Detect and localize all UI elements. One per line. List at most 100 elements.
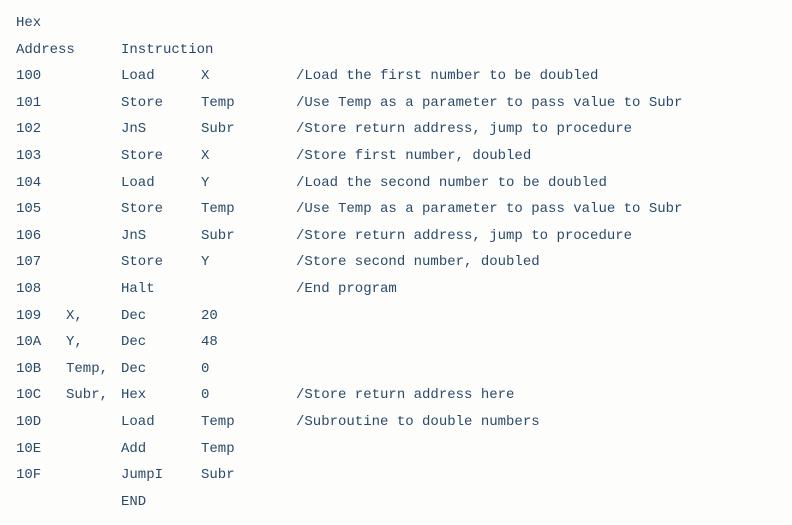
comment-cell [296, 489, 776, 516]
opcode-cell: Load [121, 409, 201, 436]
opcode-cell: Halt [121, 276, 201, 303]
header-instruction: Instruction [121, 37, 201, 64]
opcode-cell: Dec [121, 356, 201, 383]
label-cell [66, 436, 121, 463]
code-row: 10E AddTemp [16, 436, 776, 463]
comment-cell: /Use Temp as a parameter to pass value t… [296, 196, 776, 223]
operand-cell: X [201, 143, 296, 170]
header-address: Address [16, 37, 66, 64]
address-cell: 103 [16, 143, 66, 170]
code-row: 105 StoreTemp/Use Temp as a parameter to … [16, 196, 776, 223]
label-cell: X, [66, 303, 121, 330]
address-cell [16, 489, 66, 516]
opcode-cell: END [121, 489, 201, 516]
label-cell: Temp, [66, 356, 121, 383]
label-cell [66, 462, 121, 489]
opcode-cell: Add [121, 436, 201, 463]
comment-cell [296, 462, 776, 489]
code-row: 106 JnSSubr/Store return address, jump to… [16, 223, 776, 250]
address-cell: 10C [16, 382, 66, 409]
assembly-listing: Hex Address Instruction 100LoadX/Load th… [16, 10, 776, 515]
operand-cell: Temp [201, 196, 296, 223]
operand-cell: 0 [201, 382, 296, 409]
comment-cell: /End program [296, 276, 776, 303]
label-cell [66, 223, 121, 250]
operand-cell: Temp [201, 409, 296, 436]
comment-cell [296, 329, 776, 356]
label-cell [66, 196, 121, 223]
comment-cell [296, 436, 776, 463]
address-cell: 104 [16, 170, 66, 197]
opcode-cell: JnS [121, 223, 201, 250]
address-cell: 10B [16, 356, 66, 383]
comment-cell [296, 303, 776, 330]
operand-cell: Subr [201, 462, 296, 489]
comment-cell: /Store second number, doubled [296, 249, 776, 276]
code-row: 100 LoadX/Load the first number to be dou… [16, 63, 776, 90]
opcode-cell: Load [121, 170, 201, 197]
opcode-cell: Store [121, 143, 201, 170]
code-row: 108 Halt/End program [16, 276, 776, 303]
opcode-cell: Dec [121, 329, 201, 356]
address-cell: 10F [16, 462, 66, 489]
code-row: 102 JnSSubr/Store return address, jump to… [16, 116, 776, 143]
operand-cell: Subr [201, 116, 296, 143]
opcode-cell: Store [121, 249, 201, 276]
header-spacer [66, 37, 121, 64]
operand-cell: Temp [201, 436, 296, 463]
label-cell [66, 143, 121, 170]
comment-cell: /Store return address, jump to procedure [296, 223, 776, 250]
code-row: 101 StoreTemp/Use Temp as a parameter to … [16, 90, 776, 117]
code-row: 103 StoreX/Store first number, doubled [16, 143, 776, 170]
opcode-cell: Load [121, 63, 201, 90]
comment-cell: /Use Temp as a parameter to pass value t… [296, 90, 776, 117]
address-cell: 101 [16, 90, 66, 117]
opcode-cell: Hex [121, 382, 201, 409]
opcode-cell: JumpI [121, 462, 201, 489]
operand-cell: Y [201, 249, 296, 276]
operand-cell: Subr [201, 223, 296, 250]
operand-cell: Temp [201, 90, 296, 117]
label-cell [66, 63, 121, 90]
operand-cell: X [201, 63, 296, 90]
address-cell: 10E [16, 436, 66, 463]
code-row: END [16, 489, 776, 516]
code-row: 107 StoreY/Store second number, doubled [16, 249, 776, 276]
address-cell: 102 [16, 116, 66, 143]
comment-cell: /Store return address, jump to procedure [296, 116, 776, 143]
opcode-cell: Store [121, 90, 201, 117]
label-cell [66, 90, 121, 117]
label-cell [66, 170, 121, 197]
code-row: 10CSubr,Hex0/Store return address here [16, 382, 776, 409]
header-row-2: Address Instruction [16, 37, 776, 64]
address-cell: 100 [16, 63, 66, 90]
comment-cell: /Store first number, doubled [296, 143, 776, 170]
label-cell: Y, [66, 329, 121, 356]
comment-cell: /Subroutine to double numbers [296, 409, 776, 436]
address-cell: 107 [16, 249, 66, 276]
code-rows: 100LoadX/Load the first number to be dou… [16, 63, 776, 515]
address-cell: 106 [16, 223, 66, 250]
opcode-cell: Store [121, 196, 201, 223]
address-cell: 10D [16, 409, 66, 436]
address-cell: 108 [16, 276, 66, 303]
label-cell [66, 116, 121, 143]
label-cell [66, 489, 121, 516]
opcode-cell: JnS [121, 116, 201, 143]
address-cell: 10A [16, 329, 66, 356]
operand-cell: 0 [201, 356, 296, 383]
operand-cell: Y [201, 170, 296, 197]
label-cell: Subr, [66, 382, 121, 409]
operand-cell: 48 [201, 329, 296, 356]
opcode-cell: Dec [121, 303, 201, 330]
code-row: 10AY,Dec48 [16, 329, 776, 356]
operand-cell: 20 [201, 303, 296, 330]
address-cell: 109 [16, 303, 66, 330]
code-row: 10BTemp,Dec0 [16, 356, 776, 383]
comment-cell: /Load the second number to be doubled [296, 170, 776, 197]
comment-cell [296, 356, 776, 383]
label-cell [66, 409, 121, 436]
address-cell: 105 [16, 196, 66, 223]
comment-cell: /Load the first number to be doubled [296, 63, 776, 90]
code-row: 109X,Dec20 [16, 303, 776, 330]
